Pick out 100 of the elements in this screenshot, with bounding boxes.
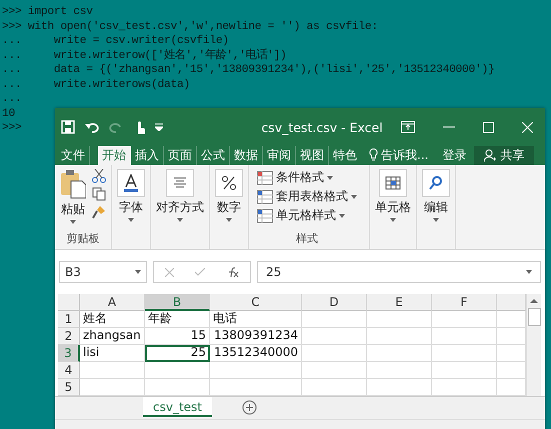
sheet-tab[interactable]: csv_test xyxy=(143,397,212,417)
ribbon-button[interactable]: 数字 xyxy=(215,169,243,222)
sign-in-link[interactable]: 登录 xyxy=(442,146,466,165)
scroll-thumb[interactable] xyxy=(528,308,540,326)
table-cell[interactable] xyxy=(302,362,367,379)
style-menu-button[interactable]: 条件格式 xyxy=(257,168,333,187)
ribbon-button[interactable]: 对齐方式 xyxy=(156,169,204,222)
close-icon[interactable] xyxy=(522,122,533,132)
formula-field[interactable]: 25 xyxy=(257,261,541,283)
table-cell[interactable]: 电话 xyxy=(210,311,302,328)
table-cell[interactable] xyxy=(432,328,497,345)
style-menu-button[interactable]: 套用表格格式 xyxy=(257,187,357,206)
dropdown-caret-icon[interactable] xyxy=(135,270,141,274)
table-cell[interactable]: 年龄 xyxy=(145,311,210,328)
tell-me-field[interactable]: 告诉我... xyxy=(381,146,428,165)
column-header[interactable]: A xyxy=(80,294,145,311)
table-cell[interactable]: 13512340000 xyxy=(210,345,302,362)
console-line: 10 xyxy=(2,106,15,121)
console-line: >>> import csv xyxy=(2,5,93,20)
ribbon-display-icon[interactable] xyxy=(401,121,415,133)
dropdown-caret-icon[interactable] xyxy=(339,214,345,218)
dropdown-caret-icon[interactable] xyxy=(390,218,396,222)
save-icon[interactable] xyxy=(61,120,75,134)
ribbon-tab[interactable]: 开始 xyxy=(98,146,131,165)
console-line: ... write.writerows(data) xyxy=(2,78,190,92)
table-cell[interactable] xyxy=(367,362,432,379)
table-cell[interactable] xyxy=(302,345,367,362)
name-box[interactable]: B3 xyxy=(59,261,147,283)
ribbon-button[interactable]: 单元格 xyxy=(375,169,411,222)
check-icon[interactable] xyxy=(195,268,206,276)
vertical-scrollbar[interactable] xyxy=(526,294,541,396)
table-cell[interactable]: 13809391234 xyxy=(210,328,302,345)
table-cell[interactable]: 姓名 xyxy=(80,311,145,328)
console-line: ... write.writerow(['姓名','年龄','电话']) xyxy=(2,48,286,63)
copy-icon[interactable] xyxy=(92,187,106,201)
add-sheet-icon[interactable] xyxy=(242,400,257,415)
table-cell[interactable]: zhangsan xyxy=(80,328,145,345)
align-lines-icon xyxy=(166,169,194,197)
row-header[interactable]: 2 xyxy=(58,328,80,345)
table-cell[interactable] xyxy=(210,362,302,379)
lightbulb-icon xyxy=(369,148,378,161)
column-header[interactable]: F xyxy=(432,294,497,311)
dropdown-caret-icon[interactable] xyxy=(128,218,134,222)
ribbon-button[interactable]: 字体 xyxy=(117,169,145,222)
scroll-up-icon[interactable] xyxy=(530,299,538,303)
cancel-icon[interactable] xyxy=(164,268,174,276)
group-label: 样式 xyxy=(296,231,318,246)
format-painter-icon[interactable] xyxy=(92,205,106,219)
dropdown-caret-icon[interactable] xyxy=(327,176,333,180)
dropdown-caret-icon[interactable] xyxy=(226,218,232,222)
minimize-icon[interactable] xyxy=(443,126,455,128)
table-cell[interactable]: lisi xyxy=(80,345,145,362)
redo-icon[interactable] xyxy=(109,121,123,133)
table-style-icon xyxy=(257,190,273,204)
group-label: 剪贴板 xyxy=(66,231,100,246)
row-header[interactable]: 3 xyxy=(58,345,80,362)
dropdown-caret-icon[interactable] xyxy=(177,218,183,222)
select-all-corner[interactable] xyxy=(58,294,80,311)
table-cell[interactable] xyxy=(367,345,432,362)
column-header[interactable]: B xyxy=(145,294,210,311)
function-icon[interactable] xyxy=(227,266,240,278)
table-cell[interactable] xyxy=(367,311,432,328)
column-header[interactable]: E xyxy=(367,294,432,311)
ribbon-tab[interactable]: 特色 xyxy=(329,146,361,165)
console-line: ... xyxy=(2,92,22,106)
font-color-icon xyxy=(117,169,145,197)
table-grid-icon xyxy=(379,169,407,197)
table-cell[interactable] xyxy=(145,362,210,379)
dropdown-caret-icon[interactable] xyxy=(526,270,532,274)
share-button[interactable]: 共享 xyxy=(474,146,534,165)
table-cell[interactable] xyxy=(432,345,497,362)
scissors-icon[interactable] xyxy=(92,169,106,183)
table-cell[interactable] xyxy=(302,311,367,328)
table-cell[interactable] xyxy=(80,362,145,379)
table-cell[interactable] xyxy=(432,362,497,379)
row-header[interactable]: 4 xyxy=(58,362,80,379)
row-header[interactable]: 1 xyxy=(58,311,80,328)
table-cell[interactable] xyxy=(367,328,432,345)
row-header[interactable]: 5 xyxy=(58,379,80,396)
dropdown-caret-icon[interactable] xyxy=(433,218,439,222)
dropdown-caret-icon[interactable] xyxy=(351,194,357,198)
paste-button[interactable]: 粘贴 xyxy=(60,169,86,224)
style-menu-button[interactable]: 单元格样式 xyxy=(257,206,345,225)
maximize-icon[interactable] xyxy=(483,122,494,132)
undo-icon[interactable] xyxy=(85,121,99,133)
search-icon xyxy=(422,169,450,197)
customize-icon[interactable] xyxy=(155,123,163,131)
table-cell[interactable]: 25 xyxy=(145,345,210,362)
dropdown-caret-icon[interactable] xyxy=(70,220,76,224)
table-style-icon xyxy=(257,208,273,222)
column-header[interactable]: D xyxy=(302,294,367,311)
table-cell[interactable] xyxy=(432,311,497,328)
table-cell[interactable]: 15 xyxy=(145,328,210,345)
console-line: >>> with open('csv_test.csv','w',newline = '') as csvfile: xyxy=(2,20,378,34)
column-header[interactable]: C xyxy=(210,294,302,311)
window-title: csv_test.csv - Excel xyxy=(261,120,383,134)
ribbon-button[interactable]: 编辑 xyxy=(422,169,450,222)
table-cell[interactable] xyxy=(302,328,367,345)
percent-icon xyxy=(215,169,243,197)
console-line: >>> xyxy=(2,121,22,136)
